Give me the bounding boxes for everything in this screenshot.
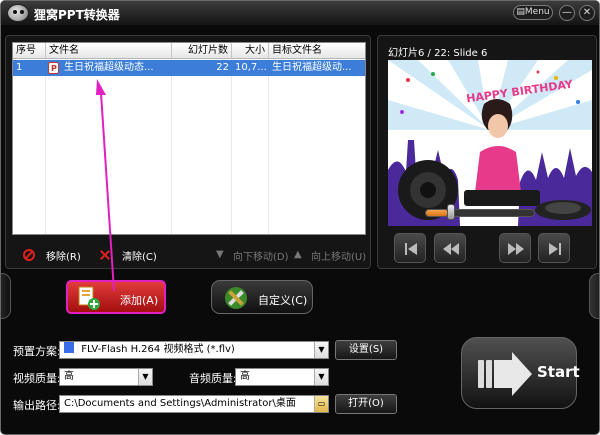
app-window: 狸窝PPT转换器 ▤Menu — ✕ 序号 文件名 幻灯片数 大小 目标文件名 …	[0, 0, 600, 435]
chevron-down-icon: ▼	[314, 369, 328, 385]
menu-icon: ▤	[516, 7, 525, 17]
left-side-tab	[1, 273, 11, 319]
start-label: Start	[537, 363, 580, 381]
remove-button[interactable]: 移除(R)	[23, 247, 81, 263]
column-header-filename[interactable]: 文件名	[46, 43, 172, 59]
title-bar: 狸窝PPT转换器 ▤Menu — ✕	[1, 1, 599, 25]
next-slide-button[interactable]	[499, 233, 531, 263]
file-list-panel: 序号 文件名 幻灯片数 大小 目标文件名 1 生日祝福超级动态... 22 10…	[5, 35, 371, 269]
slide-preview: HAPPY BIRTHDAY	[388, 60, 592, 226]
video-quality-value: 高	[64, 371, 74, 382]
remove-label: 移除(R)	[46, 251, 81, 263]
rewind-icon	[443, 243, 459, 255]
slide-image: HAPPY BIRTHDAY	[388, 60, 592, 226]
row-slides: 22	[216, 62, 229, 73]
table-row[interactable]: 1 生日祝福超级动态... 22 10,7... 生日祝福超级动...	[13, 60, 365, 76]
seek-bar-fill	[426, 210, 448, 216]
right-side-tab	[589, 273, 599, 319]
row-index: 1	[16, 62, 23, 73]
output-path-input[interactable]: C:\Documents and Settings\Administrator\…	[59, 395, 329, 413]
move-up-button[interactable]: ▲ 向上移动(U)	[294, 247, 366, 263]
start-button[interactable]: Start	[461, 337, 580, 409]
output-path-label: 输出路径:	[13, 399, 61, 412]
seek-bar[interactable]	[425, 209, 535, 217]
video-quality-select[interactable]: 高 ▼	[59, 368, 153, 386]
fast-forward-icon	[508, 243, 524, 255]
seek-thumb[interactable]	[447, 204, 455, 220]
table-header: 序号 文件名 幻灯片数 大小 目标文件名	[13, 43, 365, 59]
column-header-index[interactable]: 序号	[13, 43, 46, 59]
custom-button[interactable]: 自定义(C)	[211, 280, 313, 314]
move-down-button[interactable]: ▼ 向下移动(D)	[216, 247, 289, 263]
add-button-label: 添加(A)	[120, 294, 159, 307]
last-slide-button[interactable]	[538, 233, 570, 263]
preset-label: 预置方案:	[13, 345, 61, 358]
clear-icon	[99, 249, 111, 261]
clear-button[interactable]: 清除(C)	[99, 247, 157, 263]
app-logo-icon	[7, 4, 29, 22]
tools-icon	[225, 287, 247, 309]
flv-format-icon	[64, 342, 74, 353]
ppt-file-icon	[48, 61, 59, 76]
column-header-target[interactable]: 目标文件名	[269, 43, 365, 59]
file-table[interactable]: 序号 文件名 幻灯片数 大小 目标文件名 1 生日祝福超级动态... 22 10…	[12, 42, 366, 235]
skip-back-icon	[405, 243, 417, 255]
chevron-down-icon: ▼	[138, 369, 152, 385]
column-header-size[interactable]: 大小	[232, 43, 269, 59]
add-file-icon	[78, 286, 100, 310]
close-button[interactable]: ✕	[579, 5, 595, 21]
move-down-label: 向下移动(D)	[233, 251, 289, 263]
previous-slide-button[interactable]	[434, 233, 466, 263]
output-path-value: C:\Documents and Settings\Administrator\…	[64, 398, 296, 409]
move-up-label: 向上移动(U)	[311, 251, 367, 263]
menu-button[interactable]: ▤Menu	[513, 5, 553, 20]
preset-settings-button[interactable]: 设置(S)	[335, 340, 397, 360]
row-target: 生日祝福超级动...	[272, 62, 352, 73]
row-size: 10,7...	[235, 62, 267, 73]
remove-icon	[23, 249, 35, 261]
open-folder-button[interactable]: 打开(O)	[335, 394, 397, 414]
add-button[interactable]: 添加(A)	[66, 280, 166, 314]
audio-quality-select[interactable]: 高 ▼	[235, 368, 329, 386]
audio-quality-value: 高	[240, 371, 250, 382]
menu-label: Menu	[524, 7, 550, 17]
row-filename-text: 生日祝福超级动态...	[64, 62, 154, 73]
minimize-button[interactable]: —	[559, 5, 575, 21]
audio-quality-label: 音频质量:	[189, 372, 237, 385]
first-slide-button[interactable]	[394, 233, 426, 263]
preset-value: FLV-Flash H.264 视频格式 (*.flv)	[81, 344, 235, 355]
start-arrow-icon	[478, 352, 532, 396]
arrow-down-icon: ▼	[216, 249, 224, 260]
skip-forward-icon	[549, 243, 561, 255]
preset-select[interactable]: FLV-Flash H.264 视频格式 (*.flv) ▼	[59, 341, 329, 359]
video-quality-label: 视频质量:	[13, 372, 61, 385]
arrow-up-icon: ▲	[294, 249, 302, 260]
column-header-slides[interactable]: 幻灯片数	[172, 43, 232, 59]
slide-indicator: 幻灯片6 / 22: Slide 6	[388, 48, 488, 59]
row-filename: 生日祝福超级动态...	[46, 60, 172, 76]
clear-label: 清除(C)	[122, 251, 157, 263]
custom-button-label: 自定义(C)	[258, 294, 308, 307]
chevron-down-icon: ▼	[314, 342, 328, 358]
app-title: 狸窝PPT转换器	[34, 8, 120, 22]
folder-icon[interactable]: ▭	[314, 396, 328, 412]
